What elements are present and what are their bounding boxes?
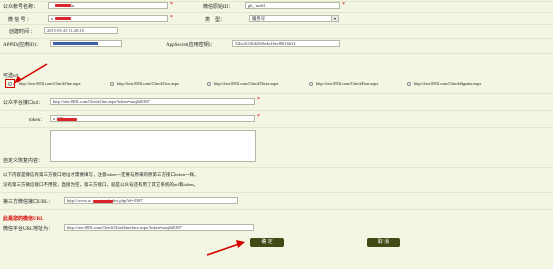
wechat-id-label: 微 信 号 ： [8,18,32,23]
url-option-radio[interactable] [309,82,313,86]
appsecret-input[interactable]: 52bc4110fd25e9e4a16ec88f16b32 [232,40,340,47]
chevron-down-icon: ▾ [331,16,338,21]
callback-url-input[interactable]: http://test.883l.com/CheckThirdInterface… [64,224,254,231]
wechat-raw-id-input[interactable]: gh_ rnz6f [245,2,340,9]
url-option-label[interactable]: http://test.883l.com/CheckThree.aspx [214,81,279,86]
callback-url-label: 微信平台URL地址为： [3,227,54,232]
url-option-radio[interactable] [8,82,12,86]
required-asterisk: * [342,2,345,8]
wechat-id-input[interactable]: u [48,15,168,22]
url-option-radio[interactable] [407,82,411,86]
token-label: token： [29,118,46,123]
url-option-label[interactable]: http://test.883l.com/CheckTwo.aspx [117,81,179,86]
type-label: 类 型： [205,18,226,23]
required-asterisk: * [257,97,260,103]
custom-reply-label: 自定义恢复内容： [3,159,44,164]
token-input[interactable]: u 387 [50,115,255,122]
required-asterisk: * [257,114,260,120]
account-name-label: 公众帐号名称： [3,5,39,10]
redacted-mark [55,4,71,8]
pointer-arrow-icon [206,240,245,256]
third-party-url-label: 第三方微信接口URL： [3,200,54,205]
public-url-input[interactable]: http://test.883l.com/CheckOne.aspx?token… [50,98,255,105]
redacted-mark [53,42,98,45]
third-party-url-input[interactable]: http://www.w .com/wp/index.php?id=5387 [64,197,238,204]
url-option-label[interactable]: http://test.883l.com/CheckFour.aspx [316,81,378,86]
url-option-radio[interactable] [207,82,211,86]
notice-line-2: 没有第三方微信接口不用管，直接为空，第三方接口，就是公众号还有用了其它系统的ur… [3,182,198,187]
url-option-label[interactable]: http://test.883l.com/CheckOne.aspx [19,81,81,86]
created-time-input[interactable]: 2015-05-25 11:28:10 [44,27,118,34]
url-option-label[interactable]: http://test.883l.com/CheckSignate.aspx [414,81,481,86]
notice-line-1: 以下内容是微信有第三方接口地址才需要填写，注意token一定要与原来的原第三方接… [3,172,199,177]
confirm-button[interactable]: 确 定 [250,238,284,247]
redacted-mark [55,17,72,21]
type-select[interactable]: 服务号 ▾ [249,15,339,22]
appid-label: APPID(应用ID)： [3,43,42,48]
cancel-button[interactable]: 取 消 [367,238,400,247]
redacted-mark [93,200,113,203]
appsecret-label: AppSecret(应用密钥)： [166,43,216,48]
url-option-radio[interactable] [110,82,114,86]
account-name-input[interactable]: ar [48,2,168,9]
redacted-mark [57,118,77,121]
callback-title: 此是您的微信URL [3,217,44,222]
custom-reply-textarea[interactable] [50,130,256,162]
required-asterisk: * [170,2,173,8]
required-asterisk: * [170,15,173,21]
created-time-label: 创建时间 ： [9,30,36,35]
appid-input[interactable] [50,40,122,47]
wechat-raw-id-label: 微信原始ID： [203,5,234,10]
public-url-label: 公众平台接口url： [3,101,44,106]
